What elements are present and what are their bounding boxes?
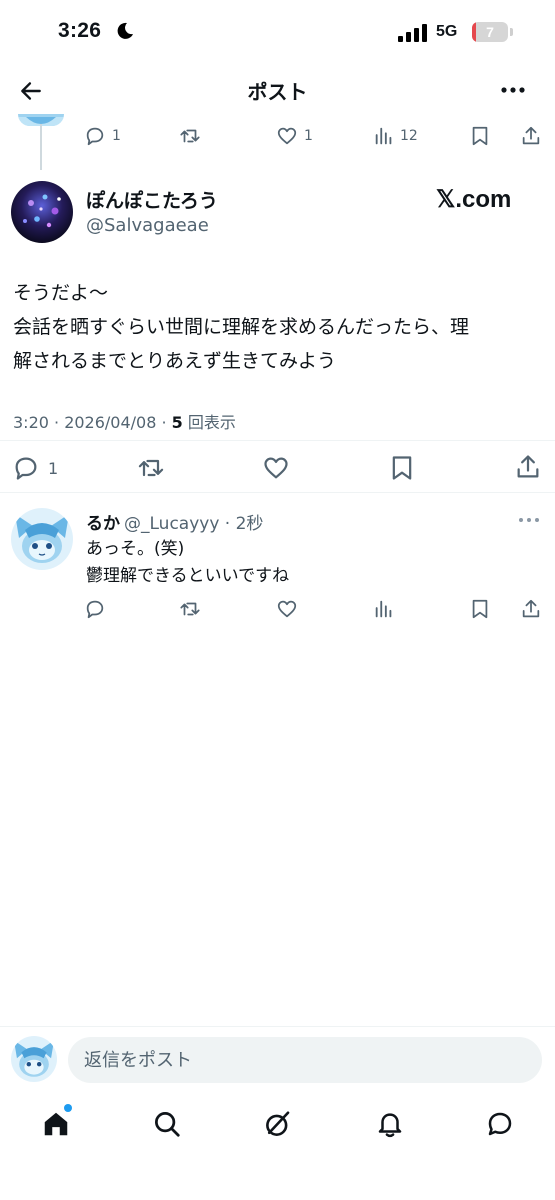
repost-icon bbox=[180, 602, 200, 616]
reply-avatar[interactable] bbox=[11, 508, 73, 570]
reply-icon bbox=[86, 600, 104, 619]
heart-icon bbox=[277, 600, 297, 618]
post-timestamp[interactable]: 3:20 · 2026/04/08 · bbox=[13, 413, 172, 432]
reply-like-button[interactable] bbox=[276, 598, 298, 620]
status-time: 3:26 bbox=[58, 19, 102, 42]
parent-reply-button[interactable]: 1 bbox=[84, 125, 121, 147]
share-icon bbox=[522, 126, 540, 145]
tab-notifications[interactable] bbox=[372, 1106, 408, 1142]
more-icon bbox=[519, 518, 539, 522]
reply-handle[interactable]: @_Lucayyy · 2秒 bbox=[124, 514, 263, 534]
parent-repost-button[interactable] bbox=[178, 125, 202, 147]
page-title: ポスト bbox=[247, 80, 308, 104]
post-text: そうだよ〜 会話を晒すぐらい世間に理解を求めるんだったら、理 解されるまでとりあ… bbox=[13, 276, 543, 378]
share-icon bbox=[522, 599, 540, 618]
views-icon bbox=[375, 600, 392, 618]
reply-more-button[interactable] bbox=[518, 508, 540, 527]
battery-icon: 7 bbox=[472, 22, 508, 42]
repost-icon bbox=[138, 459, 164, 477]
thread-line bbox=[40, 124, 42, 170]
repost-button[interactable] bbox=[136, 454, 166, 482]
reply-composer bbox=[0, 1026, 555, 1092]
reply-text: あっそ。(笑) 鬱理解できるといいですね bbox=[86, 536, 289, 590]
composer-avatar[interactable] bbox=[11, 1036, 57, 1082]
reply-text-line: 鬱理解できるといいですね bbox=[86, 566, 290, 586]
heart-icon bbox=[264, 457, 288, 479]
like-button[interactable] bbox=[262, 454, 290, 482]
divider bbox=[0, 440, 555, 441]
bookmark-button[interactable] bbox=[390, 454, 414, 482]
moon-icon bbox=[117, 22, 133, 39]
reply-views-button[interactable] bbox=[374, 598, 394, 620]
post-text-line: 解されるまでとりあえず生きてみよう bbox=[13, 350, 337, 372]
header: ポスト bbox=[0, 66, 555, 114]
author-display-name[interactable]: ぽんぽこたろう bbox=[86, 186, 218, 213]
post-text-line: 会話を晒すぐらい世間に理解を求めるんだったら、理 bbox=[13, 316, 470, 338]
signal-icon bbox=[398, 24, 427, 42]
parent-view-count: 12 bbox=[400, 128, 418, 144]
repost-icon bbox=[180, 129, 200, 143]
author-avatar[interactable] bbox=[11, 181, 73, 243]
parent-views-button[interactable]: 12 bbox=[374, 125, 418, 147]
network-type: 5G bbox=[436, 23, 458, 40]
reply-share-button[interactable] bbox=[520, 597, 542, 621]
parent-bookmark-button[interactable] bbox=[470, 125, 490, 147]
reply-icon bbox=[15, 457, 37, 480]
post-metadata: 3:20 · 2026/04/08 · 5 回表示 bbox=[13, 409, 236, 433]
author-handle[interactable]: @Salvagaeae bbox=[86, 215, 209, 236]
bookmark-icon bbox=[472, 599, 488, 619]
parent-like-count: 1 bbox=[304, 128, 313, 144]
reply-bookmark-button[interactable] bbox=[470, 598, 490, 620]
reply-repost-button[interactable] bbox=[178, 598, 202, 620]
reply-text-line: あっそ。(笑) bbox=[86, 539, 185, 559]
bottom-tab-bar bbox=[0, 1098, 555, 1152]
heart-icon bbox=[277, 127, 297, 145]
new-content-dot bbox=[64, 1104, 72, 1112]
reply-count: 1 bbox=[48, 458, 59, 478]
views-icon bbox=[375, 127, 392, 145]
share-icon bbox=[517, 455, 539, 478]
reply-author[interactable]: るか @_Lucayyy · 2秒 bbox=[86, 509, 263, 534]
tab-grok[interactable] bbox=[260, 1106, 296, 1142]
grok-icon bbox=[266, 1111, 290, 1136]
battery-level: 7 bbox=[486, 24, 494, 40]
tab-messages[interactable] bbox=[482, 1106, 518, 1142]
parent-reply-count: 1 bbox=[112, 128, 121, 144]
bookmark-icon bbox=[472, 126, 488, 146]
reply-icon bbox=[86, 127, 104, 146]
parent-like-button[interactable]: 1 bbox=[276, 125, 313, 147]
post-view-count: 5 bbox=[171, 413, 183, 432]
xcom-badge: 𝕏.com bbox=[436, 186, 512, 213]
notifications-icon bbox=[378, 1113, 402, 1138]
post-views-label: 回表示 bbox=[187, 413, 236, 432]
battery-nub bbox=[510, 28, 513, 36]
share-button[interactable] bbox=[514, 453, 542, 481]
status-bar: 3:26 5G 7 bbox=[0, 0, 555, 66]
more-options-button[interactable] bbox=[496, 76, 530, 104]
tab-search[interactable] bbox=[149, 1106, 185, 1142]
messages-icon bbox=[488, 1112, 512, 1136]
reply-button[interactable]: 1 bbox=[12, 454, 58, 482]
parent-share-button[interactable] bbox=[520, 124, 542, 148]
search-icon bbox=[155, 1112, 180, 1137]
reply-display-name[interactable]: るか bbox=[86, 514, 120, 534]
reply-input[interactable] bbox=[68, 1037, 542, 1083]
more-icon bbox=[501, 87, 525, 93]
bookmark-icon bbox=[392, 456, 412, 480]
reply-reply-button[interactable] bbox=[84, 598, 106, 620]
divider bbox=[0, 492, 555, 493]
home-icon bbox=[44, 1112, 68, 1136]
post-text-line: そうだよ〜 bbox=[13, 282, 109, 304]
